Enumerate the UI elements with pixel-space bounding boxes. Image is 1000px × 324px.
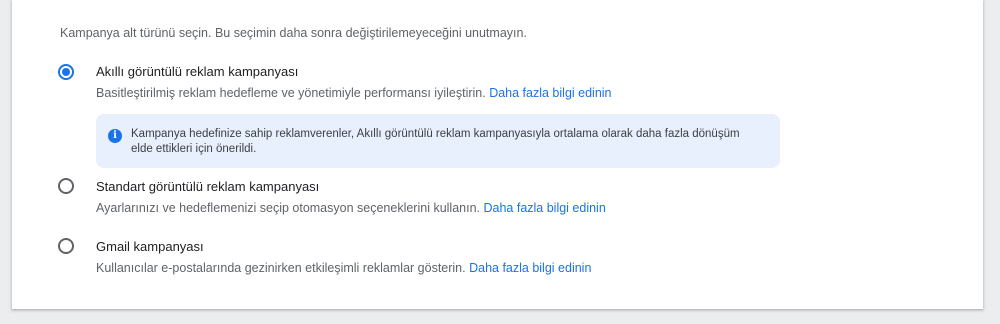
info-icon: i (108, 129, 122, 143)
intro-text: Kampanya alt türünü seçin. Bu seçimin da… (60, 26, 527, 40)
option-desc-gmail: Kullanıcılar e-postalarında gezinirken e… (96, 261, 591, 275)
option-title-gmail[interactable]: Gmail kampanyası (96, 239, 204, 254)
option-desc-text: Ayarlarınızı ve hedeflemenizi seçip otom… (96, 201, 480, 215)
option-title-standard-display[interactable]: Standart görüntülü reklam kampanyası (96, 179, 319, 194)
option-title-smart-display[interactable]: Akıllı görüntülü reklam kampanyası (96, 64, 298, 79)
learn-more-link-gmail[interactable]: Daha fazla bilgi edinin (469, 261, 591, 275)
learn-more-link-standard-display[interactable]: Daha fazla bilgi edinin (483, 201, 605, 215)
option-desc-text: Basitleştirilmiş reklam hedefleme ve yön… (96, 86, 486, 100)
radio-standard-display[interactable] (58, 178, 74, 194)
campaign-subtype-card: Kampanya alt türünü seçin. Bu seçimin da… (12, 0, 983, 309)
option-desc-text: Kullanıcılar e-postalarında gezinirken e… (96, 261, 466, 275)
info-text: Kampanya hedefinize sahip reklamverenler… (131, 128, 740, 155)
radio-smart-display[interactable] (58, 64, 74, 80)
recommendation-info-box: i Kampanya hedefinize sahip reklamverenl… (96, 114, 780, 168)
option-desc-smart-display: Basitleştirilmiş reklam hedefleme ve yön… (96, 86, 612, 100)
option-desc-standard-display: Ayarlarınızı ve hedeflemenizi seçip otom… (96, 201, 606, 215)
learn-more-link-smart-display[interactable]: Daha fazla bilgi edinin (489, 86, 611, 100)
radio-gmail[interactable] (58, 238, 74, 254)
